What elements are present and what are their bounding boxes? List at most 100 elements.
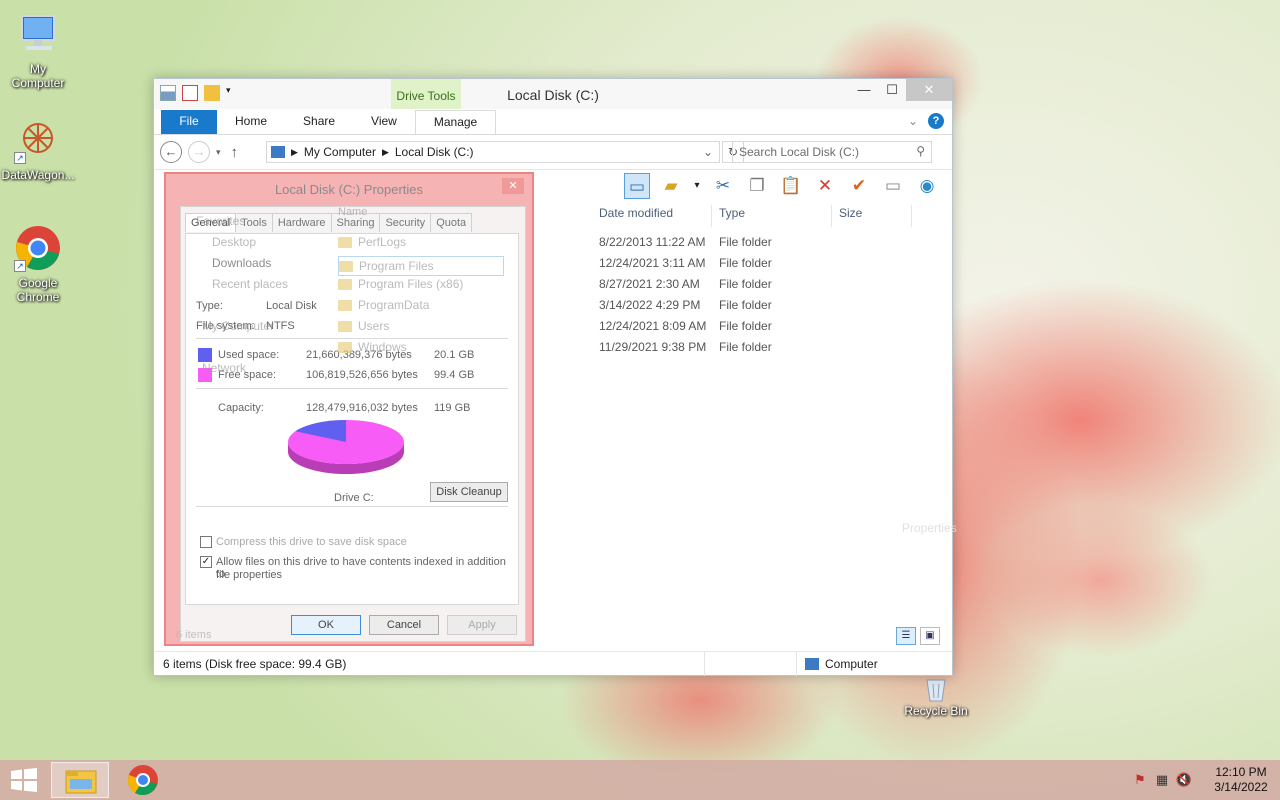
desktop-icon-label: Chrome	[16, 290, 60, 304]
status-location: Computer	[825, 656, 878, 671]
up-button[interactable]: ↑	[231, 144, 239, 161]
ok-button[interactable]: OK	[291, 615, 361, 635]
delete-icon[interactable]: ✕	[812, 173, 838, 199]
desktop-icon-recycle-bin[interactable]: Recycle Bin	[898, 676, 974, 718]
start-button[interactable]	[10, 768, 38, 792]
dialog-title: Local Disk (C:) Properties	[274, 182, 424, 197]
desktop-icon-label: My	[30, 62, 46, 76]
clock[interactable]: 12:10 PM 3/14/2022	[1206, 765, 1276, 795]
breadcrumb-local-disk[interactable]: Local Disk (C:)	[395, 145, 474, 159]
table-row[interactable]: 12/24/2021 8:09 AM File folder	[592, 316, 832, 337]
cut-icon[interactable]: ✂	[710, 173, 736, 199]
help-icon[interactable]: ?	[928, 113, 944, 129]
folder-options-icon[interactable]: ▰	[658, 173, 684, 199]
compress-label: Compress this drive to save disk space	[216, 536, 407, 548]
disk-usage-pie	[288, 420, 404, 474]
clock-date: 3/14/2022	[1214, 780, 1268, 794]
file-list: 8/22/2013 11:22 AM File folder 12/24/2021…	[592, 232, 832, 358]
row-date: 12/24/2021 8:09 AM	[599, 319, 707, 333]
tab-share[interactable]: Share	[285, 110, 353, 134]
desktop-icon-datawagon[interactable]: ↗ DataWagon...	[0, 116, 76, 182]
dialog-close-button[interactable]: ✕	[502, 178, 524, 194]
ghost-nav-downloads: Downloads	[212, 256, 272, 270]
maximize-button[interactable]: ☐	[878, 79, 906, 101]
tab-view[interactable]: View	[353, 110, 415, 134]
system-tray: ⚑ ▦ 🔇 12:10 PM 3/14/2022	[1130, 760, 1280, 800]
command-toolbar: ▭ ▰ ▾ ✂ ❐ 📋 ✕ ✔ ▭ ◉	[624, 171, 940, 201]
ghost-folder-row: PerfLogs	[338, 235, 406, 249]
table-row[interactable]: 3/14/2022 4:29 PM File folder	[592, 295, 832, 316]
preview-pane-icon[interactable]: ▭	[624, 173, 650, 199]
taskbar-chrome[interactable]	[114, 762, 172, 798]
computer-icon	[14, 10, 62, 58]
paste-icon[interactable]: 📋	[778, 173, 804, 199]
row-date: 3/14/2022 4:29 PM	[599, 298, 701, 312]
drive-label: Drive C:	[334, 492, 374, 504]
table-row[interactable]: 12/24/2021 3:11 AM File folder	[592, 253, 832, 274]
network-icon[interactable]: ▦	[1152, 772, 1172, 788]
table-row[interactable]: 8/22/2013 11:22 AM File folder	[592, 232, 832, 253]
ghost-nav-recent: Recent places	[212, 277, 289, 291]
disk-cleanup-button[interactable]: Disk Cleanup	[430, 482, 508, 502]
row-date: 8/27/2021 2:30 AM	[599, 277, 700, 291]
forward-button[interactable]: →	[188, 141, 210, 163]
tab-manage[interactable]: Manage	[414, 110, 497, 134]
ghost-folder-name: Program Files	[359, 259, 434, 273]
cancel-button[interactable]: Cancel	[369, 615, 439, 635]
ghost-folder-row: Program Files	[338, 256, 504, 276]
row-type: File folder	[719, 319, 772, 333]
capacity-bytes: 128,479,916,032 bytes	[306, 402, 418, 414]
desktop-icon-label: Recycle Bin	[904, 704, 968, 718]
table-row[interactable]: 11/29/2021 9:38 PM File folder	[592, 337, 832, 358]
shortcut-arrow-icon: ↗	[14, 260, 26, 272]
close-button[interactable]: ✕	[906, 79, 952, 101]
row-type: File folder	[719, 340, 772, 354]
search-placeholder: Search Local Disk (C:)	[739, 145, 860, 159]
ghost-folder-row: Users	[338, 319, 389, 333]
volume-muted-icon[interactable]: 🔇	[1174, 772, 1194, 788]
title-bar: ▾ Drive Tools Local Disk (C:) — ☐ ✕	[154, 79, 952, 109]
compress-checkbox[interactable]	[200, 536, 212, 548]
index-checkbox[interactable]: ✓	[200, 556, 212, 568]
column-headers: Date modified Type Size	[592, 205, 912, 227]
rename-icon[interactable]: ▭	[880, 173, 906, 199]
ghost-folder-name: Windows	[358, 340, 407, 354]
windows-logo-icon	[11, 768, 37, 792]
minimize-button[interactable]: —	[850, 79, 878, 101]
tab-file[interactable]: File	[161, 110, 217, 134]
desktop-icon-my-computer[interactable]: My Computer	[0, 10, 76, 90]
ghost-items-count: 6 items	[176, 629, 212, 641]
expand-ribbon-icon[interactable]: ⌄	[908, 114, 918, 128]
check-icon[interactable]: ✔	[846, 173, 872, 199]
column-size[interactable]: Size	[832, 205, 912, 227]
action-center-flag-icon[interactable]: ⚑	[1130, 772, 1150, 788]
copy-icon[interactable]: ❐	[744, 173, 770, 199]
apply-button[interactable]: Apply	[447, 615, 517, 635]
status-bar: 6 items (Disk free space: 99.4 GB) Compu…	[154, 651, 952, 676]
ghost-nav-my-computer: My Computer	[202, 319, 275, 333]
capacity-label: Capacity:	[218, 402, 264, 414]
address-bar[interactable]: ▶ My Computer ▶ Local Disk (C:) ⌄	[266, 141, 720, 163]
column-date-modified[interactable]: Date modified	[592, 205, 712, 227]
folder-icon	[338, 342, 352, 354]
taskbar: ⚑ ▦ 🔇 12:10 PM 3/14/2022	[0, 760, 1280, 800]
ribbon-tabs: File Home Share View Manage ⌄ ?	[154, 109, 952, 135]
back-button[interactable]: ←	[160, 141, 182, 163]
ghost-nav-network: Network	[202, 361, 247, 375]
address-dropdown-icon[interactable]: ⌄	[703, 145, 713, 159]
folder-icon	[338, 321, 352, 333]
recent-locations-icon[interactable]: ▾	[216, 147, 221, 158]
dropdown-icon[interactable]: ▾	[692, 173, 702, 199]
network-globe-icon[interactable]: ◉	[914, 173, 940, 199]
datawagon-icon: ↗	[14, 116, 62, 164]
breadcrumb-my-computer[interactable]: My Computer	[304, 145, 376, 159]
desktop-icon-google-chrome[interactable]: ↗ Google Chrome	[0, 224, 76, 304]
taskbar-file-explorer[interactable]	[51, 762, 109, 798]
column-type[interactable]: Type	[712, 205, 832, 227]
row-date: 11/29/2021 9:38 PM	[599, 340, 707, 354]
table-row[interactable]: 8/27/2021 2:30 AM File folder	[592, 274, 832, 295]
large-icons-view-icon[interactable]: ▣	[920, 627, 940, 645]
tab-home[interactable]: Home	[217, 110, 285, 134]
details-view-icon[interactable]: ☰	[896, 627, 916, 645]
search-input[interactable]: Search Local Disk (C:) ⚲	[732, 141, 932, 163]
